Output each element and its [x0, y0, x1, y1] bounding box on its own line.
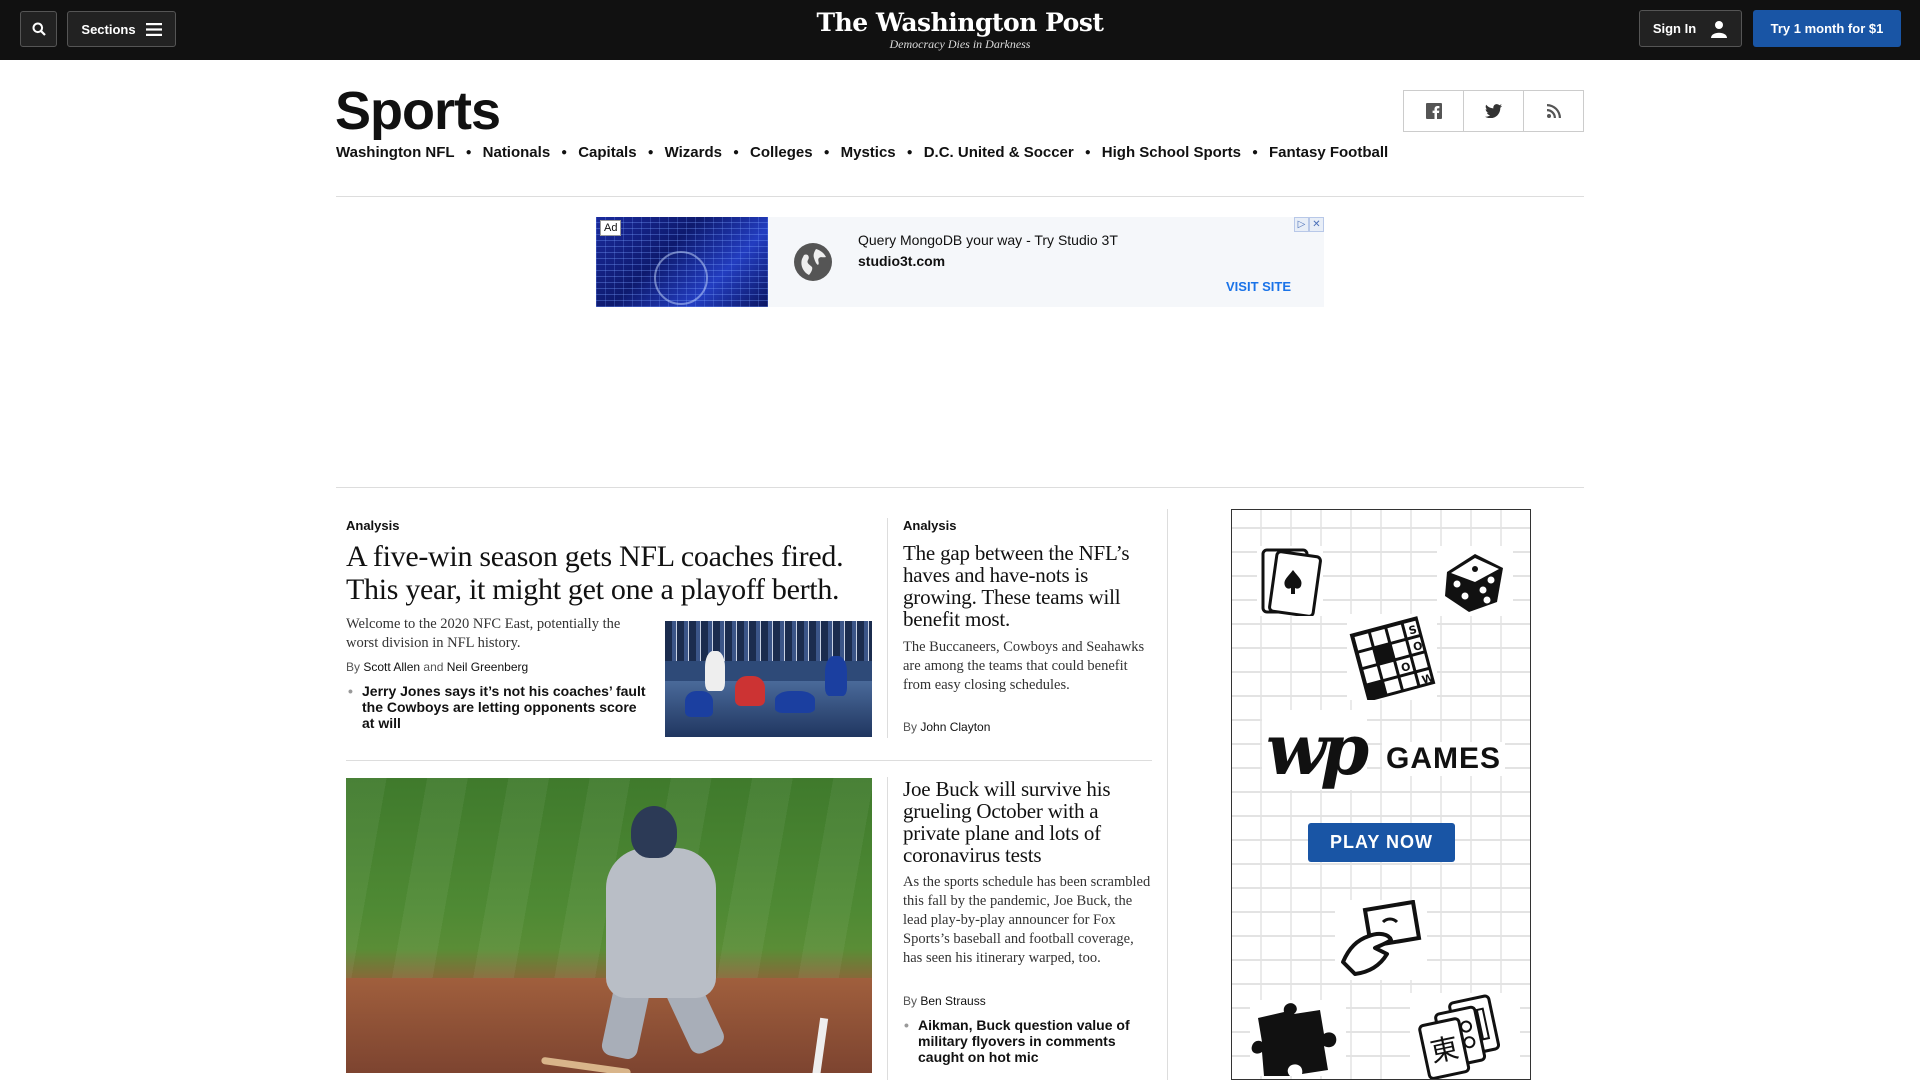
author-link[interactable]: Neil Greenberg	[447, 660, 528, 674]
content-divider	[336, 487, 1584, 488]
section-subnav: Washington NFL ● Nationals ● Capitals ● Wiz…	[336, 144, 1388, 161]
subnav-colleges[interactable]: Colleges	[750, 144, 813, 161]
games-label: GAMES	[1382, 742, 1506, 776]
section-title: Sports	[335, 81, 501, 141]
subnav-separator: ●	[1084, 147, 1091, 158]
header-divider	[336, 196, 1584, 197]
author-link[interactable]: Ben Strauss	[920, 994, 985, 1008]
lead-headline[interactable]: A five-win season gets NFL coaches fired…	[346, 540, 876, 606]
play-now-button[interactable]: PLAY NOW	[1308, 823, 1455, 862]
ad-domain[interactable]: studio3t.com	[858, 253, 945, 269]
second-blurb: The Buccaneers, Cowboys and Seahawks are…	[903, 639, 1145, 693]
third-headline[interactable]: Joe Buck will survive his grueling Octob…	[903, 778, 1143, 866]
author-link[interactable]: Scott Allen	[363, 660, 420, 674]
story-label: Analysis	[346, 518, 400, 533]
subnav-fantasy-football[interactable]: Fantasy Football	[1269, 144, 1388, 161]
sign-in-button[interactable]: Sign In	[1639, 10, 1742, 47]
story-label: Analysis	[903, 518, 957, 533]
ad-visit-site-link[interactable]: VISIT SITE	[1226, 279, 1291, 294]
twitter-icon	[1485, 104, 1502, 118]
search-icon	[32, 22, 46, 36]
subnav-dc-united-soccer[interactable]: D.C. United & Soccer	[924, 144, 1074, 161]
third-byline: By Ben Strauss	[903, 994, 986, 1008]
subnav-wizards[interactable]: Wizards	[665, 144, 722, 161]
user-icon	[1711, 20, 1728, 38]
column-divider	[1167, 509, 1168, 1080]
sections-menu-button[interactable]: Sections	[67, 11, 176, 47]
games-ad[interactable]: SOOW wp GAMES PLAY NOW 東	[1231, 509, 1531, 1080]
third-blurb: As the sports schedule has been scramble…	[903, 874, 1151, 966]
facebook-icon	[1425, 103, 1442, 119]
close-icon[interactable]: ✕	[1309, 217, 1324, 232]
globe-icon	[794, 243, 832, 281]
wp-games-wordmark: wp	[1262, 710, 1369, 790]
lead-byline: By Scott Allen and Neil Greenberg	[346, 660, 529, 674]
column-divider	[887, 518, 888, 738]
sign-in-label: Sign In	[1652, 21, 1697, 36]
svg-text:W: W	[1420, 671, 1435, 687]
playing-card-icon	[1257, 546, 1323, 616]
lead-blurb: Welcome to the 2020 NFC East, potentiall…	[346, 616, 621, 651]
social-links	[1403, 90, 1584, 132]
mahjong-tiles-icon: 東	[1410, 993, 1520, 1079]
twitter-link[interactable]	[1464, 91, 1524, 131]
subnav-separator: ●	[823, 147, 830, 158]
subnav-separator: ●	[1251, 147, 1258, 158]
subnav-capitals[interactable]: Capitals	[578, 144, 636, 161]
masthead-logo[interactable]: The Washington Post Democracy Dies in Da…	[760, 8, 1160, 52]
logo-text: The Washington Post	[816, 8, 1104, 37]
ad-headline[interactable]: Query MongoDB your way - Try Studio 3T	[858, 232, 1118, 248]
subnav-mystics[interactable]: Mystics	[841, 144, 896, 161]
puzzle-piece-icon	[1250, 1000, 1346, 1076]
subnav-separator: ●	[906, 147, 913, 158]
search-button[interactable]	[20, 11, 57, 47]
ad-badge: Ad	[600, 220, 622, 236]
ad-image[interactable]: Ad	[596, 217, 768, 307]
dice-icon	[1437, 546, 1513, 616]
subnav-separator: ●	[733, 147, 740, 158]
rss-link[interactable]	[1524, 91, 1583, 131]
tagline: Democracy Dies in Darkness	[889, 37, 1031, 51]
story-divider	[346, 760, 1152, 761]
adchoices-icon[interactable]: ▷	[1294, 217, 1309, 232]
subnav-nationals[interactable]: Nationals	[483, 144, 551, 161]
crossword-icon: SOOW	[1347, 614, 1437, 700]
subnav-high-school-sports[interactable]: High School Sports	[1102, 144, 1241, 161]
facebook-link[interactable]	[1404, 91, 1464, 131]
lead-story-photo[interactable]	[665, 621, 872, 737]
subnav-separator: ●	[465, 147, 472, 158]
display-ad[interactable]: Ad Query MongoDB your way - Try Studio 3…	[596, 217, 1324, 307]
hamburger-icon	[145, 22, 162, 36]
top-navigation-bar: Sections The Washington Post Democracy D…	[0, 0, 1920, 60]
subscribe-button[interactable]: Try 1 month for $1	[1753, 10, 1901, 47]
author-link[interactable]: John Clayton	[920, 720, 990, 734]
related-story-link[interactable]: • Aikman, Buck question value of militar…	[904, 1017, 1148, 1065]
column-divider	[887, 777, 888, 1080]
ad-choices[interactable]: ▷ ✕	[1294, 217, 1324, 232]
second-headline[interactable]: The gap between the NFL’s haves and have…	[903, 542, 1153, 630]
subnav-washington-nfl[interactable]: Washington NFL	[336, 144, 455, 161]
subnav-separator: ●	[561, 147, 568, 158]
related-story-link[interactable]: • Jerry Jones says it’s not his coaches’…	[348, 683, 652, 731]
second-byline: By John Clayton	[903, 720, 991, 734]
third-story-photo[interactable]	[346, 778, 872, 1073]
hand-card-icon	[1335, 900, 1427, 980]
rss-icon	[1546, 104, 1561, 118]
subnav-separator: ●	[647, 147, 654, 158]
sections-label: Sections	[81, 21, 136, 37]
